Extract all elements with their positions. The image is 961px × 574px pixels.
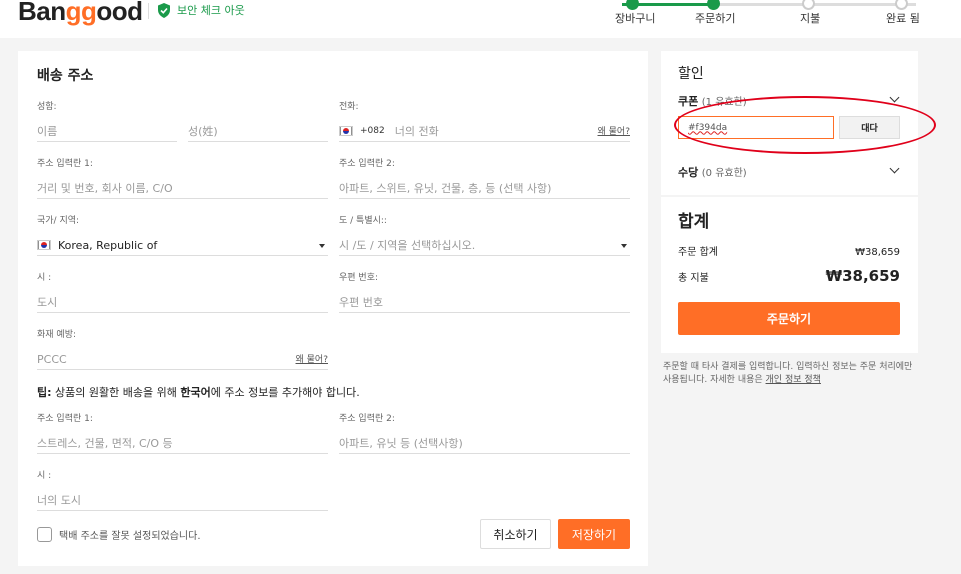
phone-placeholder: 너의 전화 [394, 125, 439, 138]
phone-field: 전화: +082 너의 전화 왜 물어? [339, 99, 630, 142]
step-done-dot [895, 0, 908, 10]
highlight-annotation [674, 96, 936, 154]
city-field: 시 : 도시 [37, 270, 328, 313]
city-input[interactable]: 도시 [37, 292, 328, 313]
address2-input[interactable]: 아파트, 스위트, 유닛, 건물, 층, 등 (선택 사항) [339, 178, 630, 199]
last-name-field: 성(姓) [188, 99, 328, 142]
cancel-button[interactable]: 취소하기 [480, 519, 551, 549]
address1-field: 주소 입력란 1: 거리 및 번호, 회사 이름, C/O [37, 156, 328, 199]
address1-input[interactable]: 거리 및 번호, 회사 이름, C/O [37, 178, 328, 199]
secure-checkout-label: 보안 체크 아웃 [177, 4, 245, 17]
why-ask-phone-link[interactable]: 왜 물어? [598, 124, 630, 137]
header-divider [148, 3, 149, 19]
subtotal-value: ₩38,659 [855, 247, 900, 258]
total-row: 총 지불 ₩38,659 [678, 267, 900, 285]
form-title: 배송 주소 [37, 68, 94, 84]
total-label: 총 지불 [678, 273, 709, 284]
subtotal-label: 주문 합계 [678, 247, 718, 258]
dropdown-caret-icon [319, 244, 325, 248]
wrong-address-label: 택배 주소를 잘못 설정되었습니다. [59, 531, 201, 542]
chevron-down-icon[interactable] [889, 163, 900, 174]
phone-country-code: +082 [360, 126, 385, 136]
wrong-address-checkbox[interactable] [37, 527, 52, 542]
step-order-label: 주문하기 [695, 12, 736, 25]
korean-address-tip: 팁: 상품의 원활한 배송을 위해 한국어에 주소 정보를 추가해야 합니다. [37, 386, 360, 399]
zip-input[interactable]: 우편 번호 [339, 292, 630, 313]
banggood-logo[interactable]: Banggood [18, 0, 143, 27]
korea-flag-icon [339, 126, 353, 136]
last-name-input[interactable]: 성(姓) [188, 121, 328, 142]
subtotal-row: 주문 합계 ₩38,659 [678, 243, 900, 258]
step-done-label: 완료 됨 [886, 12, 920, 25]
first-name-field: 성함: 이름 [37, 99, 177, 142]
state-placeholder: 시 /도 / 지역을 선택하십시오. [339, 239, 476, 252]
checkout-progress: 장바구니 주문하기 지불 완료 됨 [600, 0, 940, 30]
privacy-notice: 주문할 때 타사 결제를 입력합니다. 입력하신 정보는 주문 처리에만 사용됩… [663, 362, 913, 385]
state-select[interactable]: 시 /도 / 지역을 선택하십시오. [339, 235, 630, 256]
dropdown-caret-icon [621, 244, 627, 248]
step-pay-label: 지불 [800, 12, 821, 25]
progress-line-todo [714, 3, 916, 6]
step-pay-dot [802, 0, 815, 10]
pccc-label: 화재 예방: [37, 330, 77, 340]
zip-field: 우편 번호: 우편 번호 [339, 270, 630, 313]
state-label: 도 / 특별시:: [339, 216, 387, 226]
country-field: 국가/ 지역: Korea, Republic of [37, 213, 328, 256]
address2-field: 주소 입력란 2: 아파트, 스위트, 유닛, 건물, 층, 등 (선택 사항) [339, 156, 630, 199]
points-toggle[interactable]: 수당 (0 유효한) [678, 164, 747, 180]
why-ask-pccc-link[interactable]: 왜 물어? [296, 352, 328, 365]
pccc-placeholder: PCCC [37, 352, 67, 366]
step-order-dot [707, 0, 720, 10]
pccc-input[interactable]: PCCC 왜 물어? [37, 349, 328, 370]
total-value: ₩38,659 [825, 267, 900, 285]
privacy-policy-link[interactable]: 개인 정보 정책 [766, 375, 821, 385]
kr-city-field: 시 : 너의 도시 [37, 468, 328, 511]
pccc-field: 화재 예방: PCCC 왜 물어? [37, 327, 328, 370]
step-cart-dot [626, 0, 639, 10]
place-order-button[interactable]: 주문하기 [678, 302, 900, 335]
address2-label: 주소 입력란 2: [339, 159, 395, 169]
step-cart-label: 장바구니 [615, 12, 656, 25]
country-value: Korea, Republic of [58, 238, 158, 252]
chevron-down-icon[interactable] [889, 92, 900, 103]
kr-city-label: 시 : [37, 471, 52, 481]
name-label: 성함: [37, 102, 57, 112]
address1-label: 주소 입력란 1: [37, 159, 93, 169]
first-name-input[interactable]: 이름 [37, 121, 177, 142]
kr-address2-input[interactable]: 아파트, 유닛 등 (선택사항) [339, 433, 630, 454]
kr-city-input[interactable]: 너의 도시 [37, 490, 328, 511]
kr-address2-field: 주소 입력란 2: 아파트, 유닛 등 (선택사항) [339, 411, 630, 454]
kr-address2-label: 주소 입력란 2: [339, 414, 395, 424]
country-select[interactable]: Korea, Republic of [37, 235, 328, 256]
header: Banggood 보안 체크 아웃 장바구니 주문하기 지불 완료 됨 [0, 0, 961, 38]
korea-flag-icon [37, 240, 51, 250]
save-button[interactable]: 저장하기 [558, 519, 630, 549]
country-label: 국가/ 지역: [37, 216, 80, 226]
shield-check-icon [158, 2, 170, 18]
state-field: 도 / 특별시:: 시 /도 / 지역을 선택하십시오. [339, 213, 630, 256]
shipping-address-card: 배송 주소 성함: 이름 성(姓) 전화: +082 너의 전화 왜 물어? 주… [18, 51, 648, 566]
phone-input[interactable]: +082 너의 전화 왜 물어? [339, 121, 630, 142]
summary-title: 합계 [678, 212, 710, 232]
secure-checkout: 보안 체크 아웃 [157, 2, 245, 18]
kr-address1-field: 주소 입력란 1: 스트레스, 건물, 면적, C/O 등 [37, 411, 328, 454]
zip-label: 우편 번호: [339, 273, 379, 283]
kr-address1-input[interactable]: 스트레스, 건물, 면적, C/O 등 [37, 433, 328, 454]
city-label: 시 : [37, 273, 52, 283]
order-summary-card: 합계 주문 합계 ₩38,659 총 지불 ₩38,659 주문하기 [661, 197, 918, 353]
discount-title: 할인 [678, 66, 704, 82]
kr-address1-label: 주소 입력란 1: [37, 414, 93, 424]
phone-label: 전화: [339, 102, 359, 112]
